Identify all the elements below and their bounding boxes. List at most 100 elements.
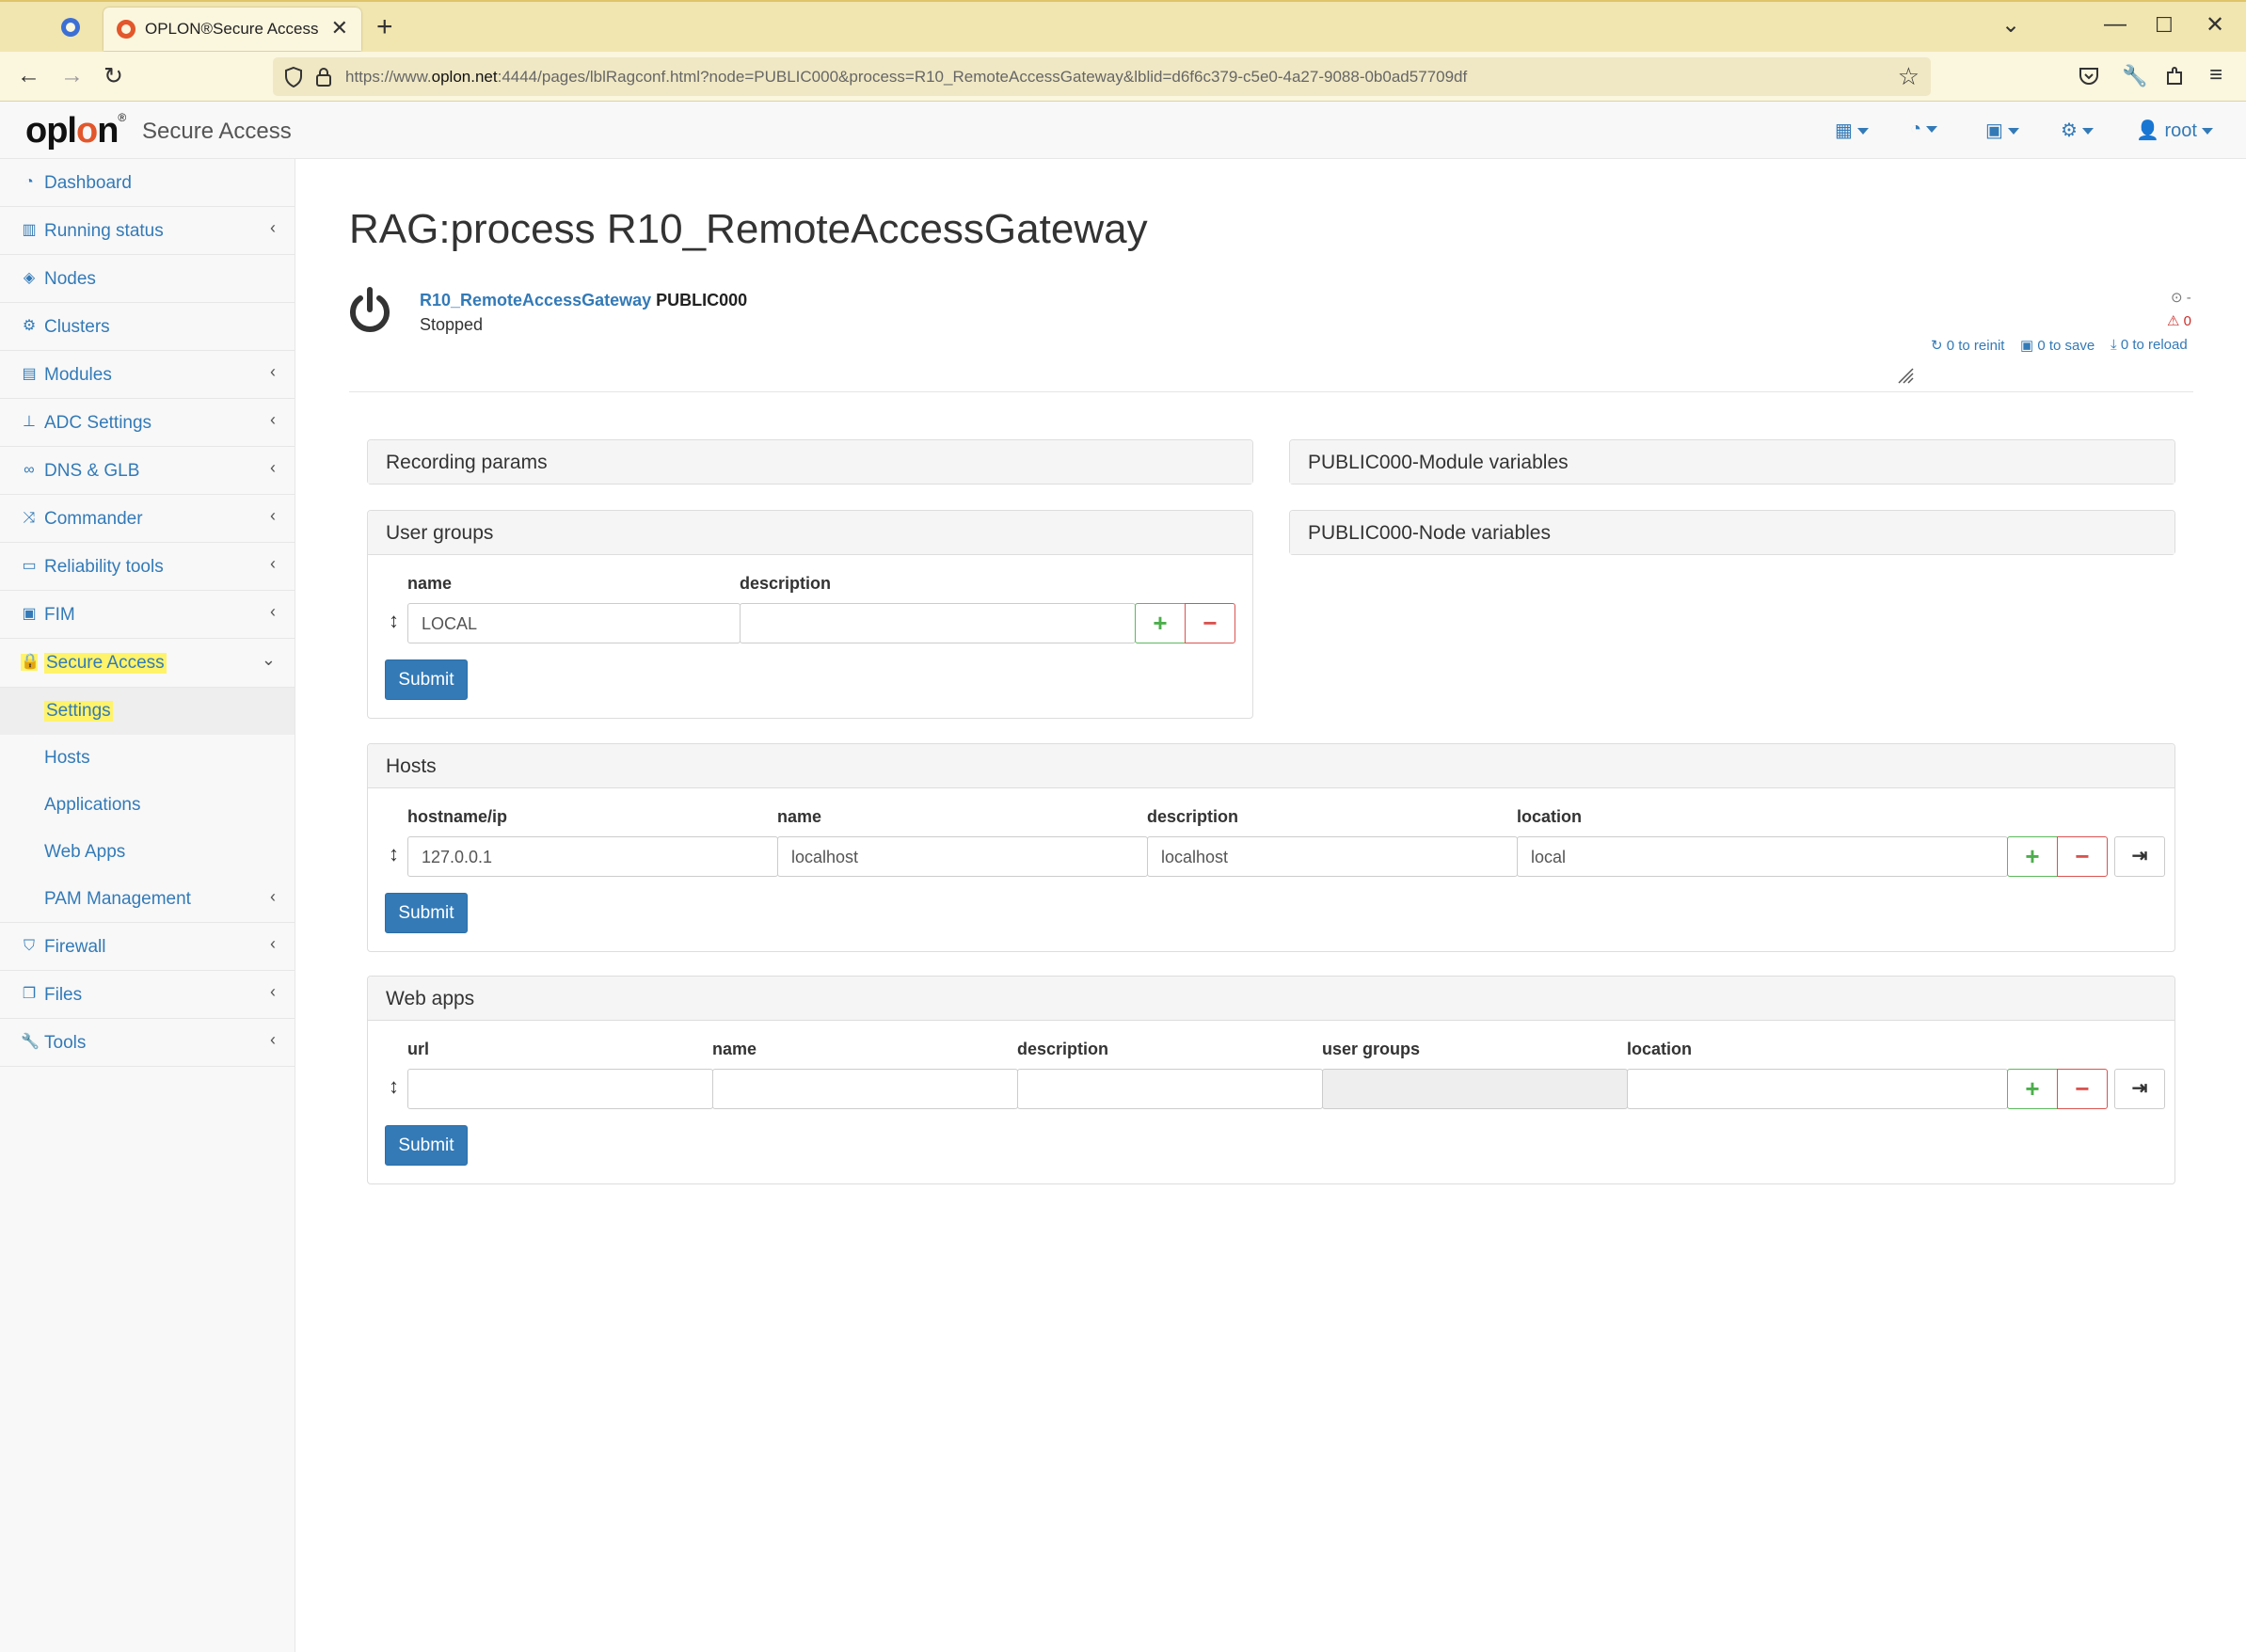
sidebar-subitem-pam-management[interactable]: PAM Management ‹	[0, 876, 295, 923]
th-large-icon: ▦	[1835, 120, 1853, 141]
divider	[349, 391, 2193, 392]
main-content: RAG:process R10_RemoteAccessGateway R10_…	[295, 159, 2246, 1652]
process-name: R10_RemoteAccessGateway PUBLIC000	[420, 291, 747, 310]
new-tab-icon[interactable]: +	[376, 11, 393, 43]
panel-heading: Hosts	[368, 744, 2174, 788]
add-row-button[interactable]: +	[2007, 836, 2058, 877]
sidebar-subitem-hosts[interactable]: Hosts	[0, 735, 295, 782]
sidebar: ◔ Dashboard ▥ Running status ‹ ◈ Nodes ⚙ Clus…	[0, 159, 295, 1652]
webapp-user-groups-input[interactable]	[1322, 1069, 1628, 1109]
save-link[interactable]: ▣ 0 to save	[2020, 337, 2095, 354]
column-header-location: location	[1517, 807, 1583, 826]
drag-handle-icon[interactable]: ↕	[389, 842, 399, 866]
add-row-button[interactable]: +	[2007, 1069, 2058, 1109]
power-icon[interactable]	[347, 287, 392, 336]
sidebar-subitem-applications[interactable]: Applications	[0, 782, 295, 829]
close-window-icon[interactable]: ✕	[2206, 11, 2224, 39]
sidebar-item-running-status[interactable]: ▥ Running status ‹	[0, 207, 295, 255]
dashboard-icon: ◔	[24, 174, 34, 190]
back-icon[interactable]: ←	[17, 62, 40, 89]
close-tab-icon[interactable]: ✕	[331, 16, 348, 40]
hosts-submit-button[interactable]: Submit	[385, 893, 468, 933]
lock-icon: 🔒	[21, 654, 40, 671]
process-link[interactable]: R10_RemoteAccessGateway	[420, 291, 651, 310]
column-header-description: description	[740, 574, 832, 593]
sidebar-item-tools[interactable]: 🔧 Tools ‹	[0, 1019, 295, 1067]
sign-in-icon[interactable]: ⇥	[2114, 836, 2165, 877]
sidebar-item-nodes[interactable]: ◈ Nodes	[0, 255, 295, 303]
user-groups-submit-button[interactable]: Submit	[385, 659, 468, 700]
recording-params-panel[interactable]: Recording params	[367, 439, 1253, 484]
clock-info: ⊙ -	[2171, 290, 2191, 306]
sidebar-subitem-web-apps[interactable]: Web Apps	[0, 829, 295, 876]
sidebar-item-modules[interactable]: ▤ Modules ‹	[0, 351, 295, 399]
column-header-hostname: hostname/ip	[407, 807, 508, 826]
drag-handle-icon[interactable]: ↕	[389, 1074, 399, 1099]
webapp-name-input[interactable]	[712, 1069, 1018, 1109]
dashboard-menu[interactable]: ◔	[1910, 119, 1938, 140]
minimize-icon[interactable]: —	[2104, 11, 2127, 38]
host-description-input[interactable]: localhost	[1147, 836, 1518, 877]
sidebar-item-reliability-tools[interactable]: ▭ Reliability tools ‹	[0, 543, 295, 591]
panel-heading: Web apps	[368, 977, 2174, 1021]
extensions-icon[interactable]	[2164, 65, 2185, 87]
user-menu[interactable]: 👤 root	[2136, 119, 2213, 142]
apps-menu[interactable]: ▦	[1835, 119, 1869, 142]
browser-nav-bar: ← → ↻ https://www.oplon.net:4444/pages/l…	[0, 52, 2246, 102]
gear-icon: ⚙	[2061, 120, 2078, 141]
sidebar-item-fim[interactable]: ▣ FIM ‹	[0, 591, 295, 639]
settings-menu[interactable]: ⚙	[2061, 119, 2094, 142]
webapp-location-input[interactable]	[1627, 1069, 2008, 1109]
address-bar[interactable]: https://www.oplon.net:4444/pages/lblRagc…	[273, 57, 1931, 96]
webapp-url-input[interactable]	[407, 1069, 713, 1109]
reinit-link[interactable]: ↻ 0 to reinit	[1931, 337, 2004, 354]
panel-heading: Recording params	[368, 440, 1252, 484]
maximize-icon[interactable]: ☐	[2155, 13, 2174, 38]
sidebar-item-commander[interactable]: ⤨ Commander ‹	[0, 495, 295, 543]
app-header: oplon® Secure Access ▦ ◔ ▣ ⚙ 👤 root	[0, 102, 2246, 159]
webapp-description-input[interactable]	[1017, 1069, 1323, 1109]
module-variables-panel[interactable]: PUBLIC000-Module variables	[1289, 439, 2175, 484]
pocket-icon[interactable]	[2078, 66, 2100, 87]
sidebar-item-firewall[interactable]: ⛉ Firewall ‹	[0, 923, 295, 971]
sidebar-subitem-settings[interactable]: Settings	[0, 688, 295, 735]
lock-icon[interactable]	[314, 66, 333, 88]
menu-hamburger-icon[interactable]: ≡	[2209, 62, 2222, 88]
forward-icon[interactable]: →	[60, 62, 84, 89]
sidebar-item-dashboard[interactable]: ◔ Dashboard	[0, 159, 295, 207]
remove-row-button[interactable]: −	[2057, 1069, 2108, 1109]
sidebar-item-adc-settings[interactable]: ⊥ ADC Settings ‹	[0, 399, 295, 447]
sign-in-icon[interactable]: ⇥	[2114, 1069, 2165, 1109]
browser-tab[interactable]: OPLON®Secure Access ✕	[104, 8, 361, 51]
oplon-logo[interactable]: oplon®	[25, 111, 126, 151]
drag-handle-icon[interactable]: ↕	[389, 609, 399, 633]
node-variables-panel[interactable]: PUBLIC000-Node variables	[1289, 510, 2175, 555]
sidebar-item-clusters[interactable]: ⚙ Clusters	[0, 303, 295, 351]
host-hostname-input[interactable]: 127.0.0.1	[407, 836, 778, 877]
user-group-name-input[interactable]: LOCAL	[407, 603, 741, 643]
user-icon: 👤	[2136, 120, 2159, 141]
sidebar-item-dns-glb[interactable]: ∞ DNS & GLB ‹	[0, 447, 295, 495]
user-group-description-input[interactable]	[740, 603, 1136, 643]
reload-icon[interactable]: ↻	[104, 62, 123, 90]
chevron-left-icon: ‹	[270, 934, 276, 953]
host-name-input[interactable]: localhost	[777, 836, 1148, 877]
reload-link[interactable]: ⤓ 0 to reload	[2111, 337, 2188, 353]
remove-row-button[interactable]: −	[2057, 836, 2108, 877]
column-header-location: location	[1627, 1040, 1693, 1058]
tab-list-chevron-icon[interactable]: ⌄	[2001, 11, 2020, 39]
host-location-input[interactable]: local	[1517, 836, 2008, 877]
bookmark-star-icon[interactable]: ☆	[1898, 62, 1919, 91]
chevron-left-icon: ‹	[270, 1030, 276, 1049]
save-menu[interactable]: ▣	[1985, 119, 2019, 142]
firefox-view-icon[interactable]	[58, 15, 83, 40]
user-groups-panel: User groups name description ↕ LOCAL + −…	[367, 510, 1253, 719]
sidebar-item-files[interactable]: ❐ Files ‹	[0, 971, 295, 1019]
resize-handle-icon[interactable]	[1897, 367, 1914, 384]
sidebar-item-secure-access[interactable]: 🔒 Secure Access ⌄	[0, 639, 295, 688]
remove-row-button[interactable]: −	[1185, 603, 1235, 643]
wrench-tools-icon[interactable]: 🔧	[2122, 64, 2147, 88]
web-apps-submit-button[interactable]: Submit	[385, 1125, 468, 1166]
add-row-button[interactable]: +	[1135, 603, 1186, 643]
tracking-shield-icon[interactable]	[284, 66, 303, 88]
